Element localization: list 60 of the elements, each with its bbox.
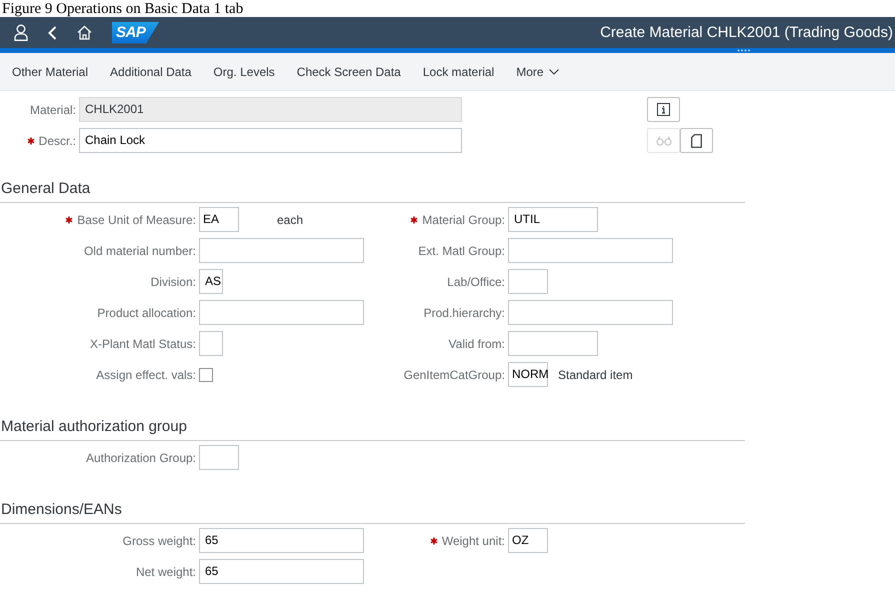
figure-caption: Figure 9 Operations on Basic Data 1 tab bbox=[1, 1, 244, 18]
input-field[interactable] bbox=[199, 300, 364, 325]
input-field[interactable] bbox=[199, 331, 223, 356]
field-label: Net weight: bbox=[136, 564, 196, 578]
icon-button[interactable] bbox=[680, 128, 713, 153]
home-icon[interactable] bbox=[77, 25, 92, 40]
section-title: Material authorization group bbox=[0, 417, 187, 437]
input-field[interactable]: 65 bbox=[199, 559, 364, 584]
page-icon bbox=[691, 134, 702, 148]
field-label: Prod.hierarchy: bbox=[424, 306, 505, 320]
field-label: Assign effect. vals: bbox=[96, 368, 196, 382]
toolbar-button[interactable]: Additional Data bbox=[102, 60, 200, 82]
field-label: Division: bbox=[150, 274, 196, 288]
grip-icon[interactable] bbox=[737, 49, 751, 52]
field-label: Valid from: bbox=[448, 336, 505, 350]
checkbox[interactable] bbox=[199, 368, 213, 382]
toolbar-button[interactable]: Lock material bbox=[414, 60, 502, 82]
field-label: Descr.: bbox=[38, 134, 76, 148]
field-label: Old material number: bbox=[84, 244, 196, 258]
unit-text: Standard item bbox=[558, 368, 633, 382]
field-label: Authorization Group: bbox=[86, 450, 196, 464]
field-label: Base Unit of Measure: bbox=[77, 212, 196, 226]
window-title: Create Material CHLK2001 (Trading Goods) bbox=[600, 24, 894, 41]
input-field[interactable] bbox=[199, 238, 364, 263]
field-label: Material: bbox=[30, 102, 76, 116]
input-field[interactable]: EA bbox=[199, 207, 239, 232]
input-field[interactable]: Chain Lock bbox=[79, 128, 462, 153]
field-label: GenItemCatGroup: bbox=[404, 368, 505, 382]
back-icon[interactable] bbox=[48, 26, 57, 40]
field-label: Weight unit: bbox=[442, 534, 505, 548]
section-title: General Data bbox=[0, 179, 90, 199]
input-field[interactable] bbox=[508, 300, 673, 325]
input-field[interactable]: CHLK2001 bbox=[79, 97, 462, 122]
field-label: Lab/Office: bbox=[447, 274, 505, 288]
info-icon bbox=[657, 103, 670, 116]
icon-button[interactable] bbox=[647, 97, 680, 122]
field-label: Gross weight: bbox=[122, 534, 196, 548]
field-label: Product allocation: bbox=[97, 306, 196, 320]
logo[interactable]: SAP bbox=[112, 22, 160, 44]
toolbar-button[interactable]: Check Screen Data bbox=[288, 60, 409, 82]
toolbar-button[interactable]: Org. Levels bbox=[205, 60, 283, 82]
input-field[interactable] bbox=[508, 238, 673, 263]
caret-icon bbox=[548, 68, 559, 74]
section-title: Dimensions/EANs bbox=[0, 500, 122, 520]
input-field[interactable]: UTIL bbox=[508, 207, 598, 232]
input-field[interactable]: OZ bbox=[508, 528, 548, 553]
input-field[interactable]: NORM bbox=[508, 362, 548, 387]
input-field[interactable] bbox=[199, 445, 239, 470]
field-label: Ext. Matl Group: bbox=[418, 244, 505, 258]
user-icon[interactable] bbox=[14, 24, 28, 41]
glasses-icon bbox=[656, 136, 672, 146]
input-field[interactable]: AS bbox=[199, 269, 223, 294]
unit-text: each bbox=[277, 212, 304, 226]
input-field[interactable] bbox=[508, 331, 598, 356]
input-field[interactable]: 65 bbox=[199, 528, 364, 553]
input-field[interactable] bbox=[508, 269, 548, 294]
toolbar-button[interactable]: Other Material bbox=[4, 60, 96, 82]
field-label: Material Group: bbox=[422, 212, 505, 226]
more-menu-button[interactable]: More bbox=[508, 60, 567, 82]
field-label: X-Plant Matl Status: bbox=[90, 336, 196, 350]
